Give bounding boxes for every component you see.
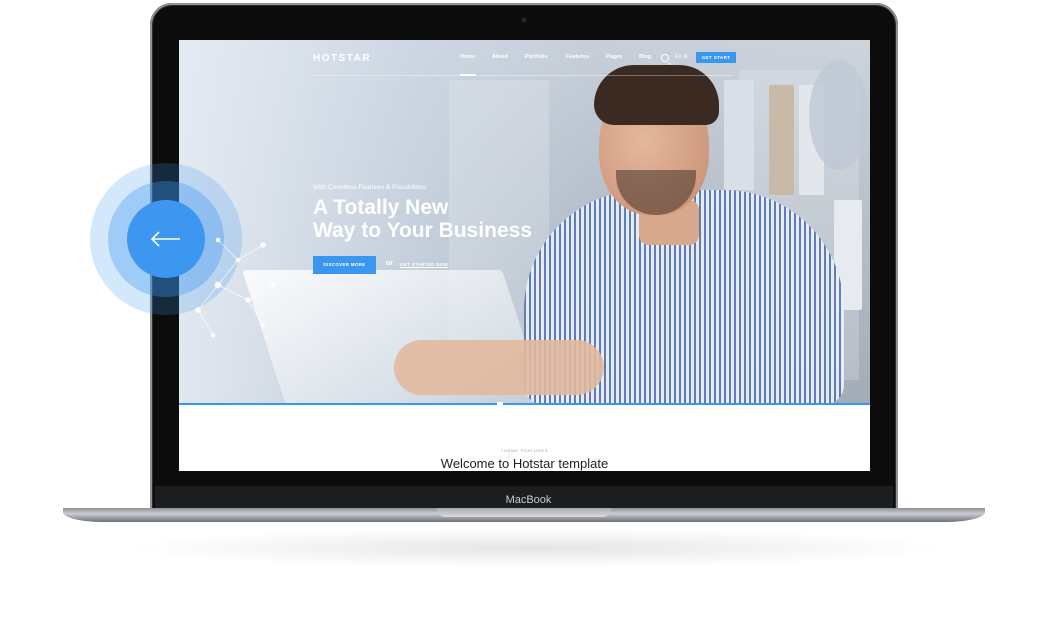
nav-divider bbox=[313, 75, 733, 76]
camera-icon bbox=[521, 17, 527, 23]
device-label: MacBook bbox=[505, 494, 552, 506]
hero-section: HOTSTAR Home About Portfolio Features Pa… bbox=[179, 40, 870, 405]
person-hands bbox=[394, 340, 604, 395]
language-selector[interactable]: En ⊕ bbox=[675, 54, 688, 60]
hero-title-line-1: A Totally New bbox=[313, 196, 449, 219]
welcome-rest: to Hotstar template bbox=[494, 456, 609, 471]
slider-indicator[interactable] bbox=[497, 402, 503, 406]
welcome-bold: Welcome bbox=[440, 456, 495, 471]
site-logo[interactable]: HOTSTAR bbox=[313, 53, 371, 64]
network-graph-decoration bbox=[195, 237, 276, 338]
slider-progress-bar bbox=[179, 403, 870, 405]
hero-kicker: With Countless Features & Possibilities bbox=[313, 184, 427, 191]
section-eyebrow: THEME FEATURES bbox=[500, 448, 549, 453]
discover-more-button[interactable]: DISCOVER MORE bbox=[313, 256, 376, 274]
person-hair bbox=[594, 65, 719, 125]
laptop-hinge-notch bbox=[437, 508, 611, 517]
binder bbox=[769, 85, 794, 195]
laptop-shadow bbox=[120, 528, 950, 568]
binder bbox=[724, 80, 754, 190]
section-title: Welcome to Hotstar template bbox=[179, 456, 870, 471]
get-started-now-link[interactable]: GET STARTED NOW bbox=[400, 262, 449, 268]
nav-active-indicator bbox=[460, 74, 476, 76]
nav-item-portfolio[interactable]: Portfolio bbox=[525, 54, 548, 60]
hero-title-line-2: Way to Your Business bbox=[313, 219, 532, 242]
search-icon[interactable] bbox=[661, 54, 669, 62]
hero-title: A Totally New Way to Your Business bbox=[313, 196, 573, 242]
lamp bbox=[809, 60, 869, 170]
or-separator: or bbox=[386, 260, 393, 267]
nav-item-home[interactable]: Home bbox=[460, 54, 475, 60]
get-start-button[interactable]: GET START bbox=[696, 52, 736, 63]
nav-item-blog[interactable]: Blog bbox=[639, 54, 651, 60]
nav-item-about[interactable]: About bbox=[492, 54, 508, 60]
nav-item-features[interactable]: Features bbox=[566, 54, 589, 60]
nav-item-pages[interactable]: Pages bbox=[606, 54, 622, 60]
